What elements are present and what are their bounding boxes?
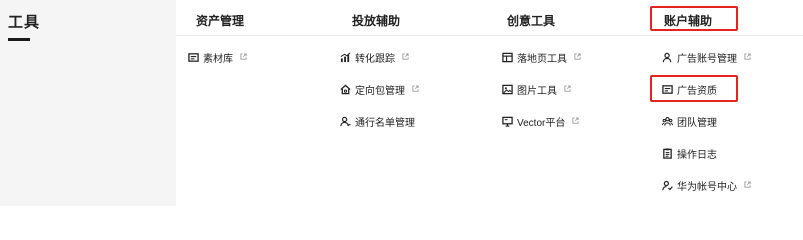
menu-item-allowlist-management[interactable]: 通行名单管理 bbox=[339, 114, 415, 129]
menu-item-targeting-package[interactable]: 定向包管理 bbox=[339, 82, 421, 97]
menu-item-label: 团队管理 bbox=[677, 117, 717, 129]
menu-item-image-tool[interactable]: 图片工具 bbox=[501, 82, 573, 97]
team-icon bbox=[661, 115, 673, 127]
left-title: 工具 bbox=[8, 14, 41, 31]
user-check-icon bbox=[661, 179, 673, 191]
menu-item-label: Vector平台 bbox=[517, 117, 566, 129]
external-link-icon bbox=[412, 84, 421, 94]
menu-item-label: 操作日志 bbox=[677, 149, 717, 161]
external-link-icon bbox=[574, 52, 583, 62]
column-header-asset-management: 资产管理 bbox=[196, 14, 245, 28]
menu-item-label: 素材库 bbox=[203, 53, 233, 65]
highlight-ad-qualification-item bbox=[650, 75, 738, 102]
log-icon bbox=[661, 147, 673, 159]
menu-item-conversion-tracking[interactable]: 转化跟踪 bbox=[339, 50, 411, 65]
external-link-icon bbox=[240, 52, 249, 62]
folder-icon bbox=[187, 51, 199, 63]
menu-item-operation-log[interactable]: 操作日志 bbox=[661, 146, 717, 161]
menu-item-label: 落地页工具 bbox=[517, 53, 567, 65]
menu-item-ad-account-management[interactable]: 广告账号管理 bbox=[661, 50, 753, 65]
menu-item-label: 广告账号管理 bbox=[677, 53, 737, 65]
home-icon bbox=[339, 83, 351, 95]
menu-item-label: 通行名单管理 bbox=[355, 117, 415, 129]
header-divider bbox=[176, 35, 803, 36]
column-header-delivery-assist: 投放辅助 bbox=[352, 14, 401, 28]
menu-item-label: 转化跟踪 bbox=[355, 53, 395, 65]
external-link-icon bbox=[744, 52, 753, 62]
menu-item-landing-page-tool[interactable]: 落地页工具 bbox=[501, 50, 583, 65]
menu-item-label: 图片工具 bbox=[517, 85, 557, 97]
image-icon bbox=[501, 83, 513, 95]
left-title-underline bbox=[8, 38, 30, 41]
external-link-icon bbox=[572, 116, 581, 126]
tools-menu: 资产管理 投放辅助 创意工具 账户辅助 素材库 转化跟踪 定向包管理 通行名单管… bbox=[176, 0, 803, 206]
chart-icon bbox=[339, 51, 351, 63]
menu-item-huawei-account-center[interactable]: 华为帐号中心 bbox=[661, 178, 753, 193]
external-link-icon bbox=[564, 84, 573, 94]
menu-item-vector-platform[interactable]: Vector平台 bbox=[501, 114, 581, 129]
menu-item-label: 定向包管理 bbox=[355, 85, 405, 97]
column-header-creative-tools: 创意工具 bbox=[507, 14, 556, 28]
user-list-icon bbox=[339, 115, 351, 127]
menu-item-material-library[interactable]: 素材库 bbox=[187, 50, 249, 65]
user-icon bbox=[661, 51, 673, 63]
monitor-icon bbox=[501, 115, 513, 127]
external-link-icon bbox=[744, 180, 753, 190]
page-icon bbox=[501, 51, 513, 63]
external-link-icon bbox=[402, 52, 411, 62]
menu-item-label: 华为帐号中心 bbox=[677, 181, 737, 193]
menu-item-team-management[interactable]: 团队管理 bbox=[661, 114, 717, 129]
highlight-account-assist-header bbox=[650, 6, 738, 31]
left-panel: 工具 bbox=[0, 0, 176, 206]
